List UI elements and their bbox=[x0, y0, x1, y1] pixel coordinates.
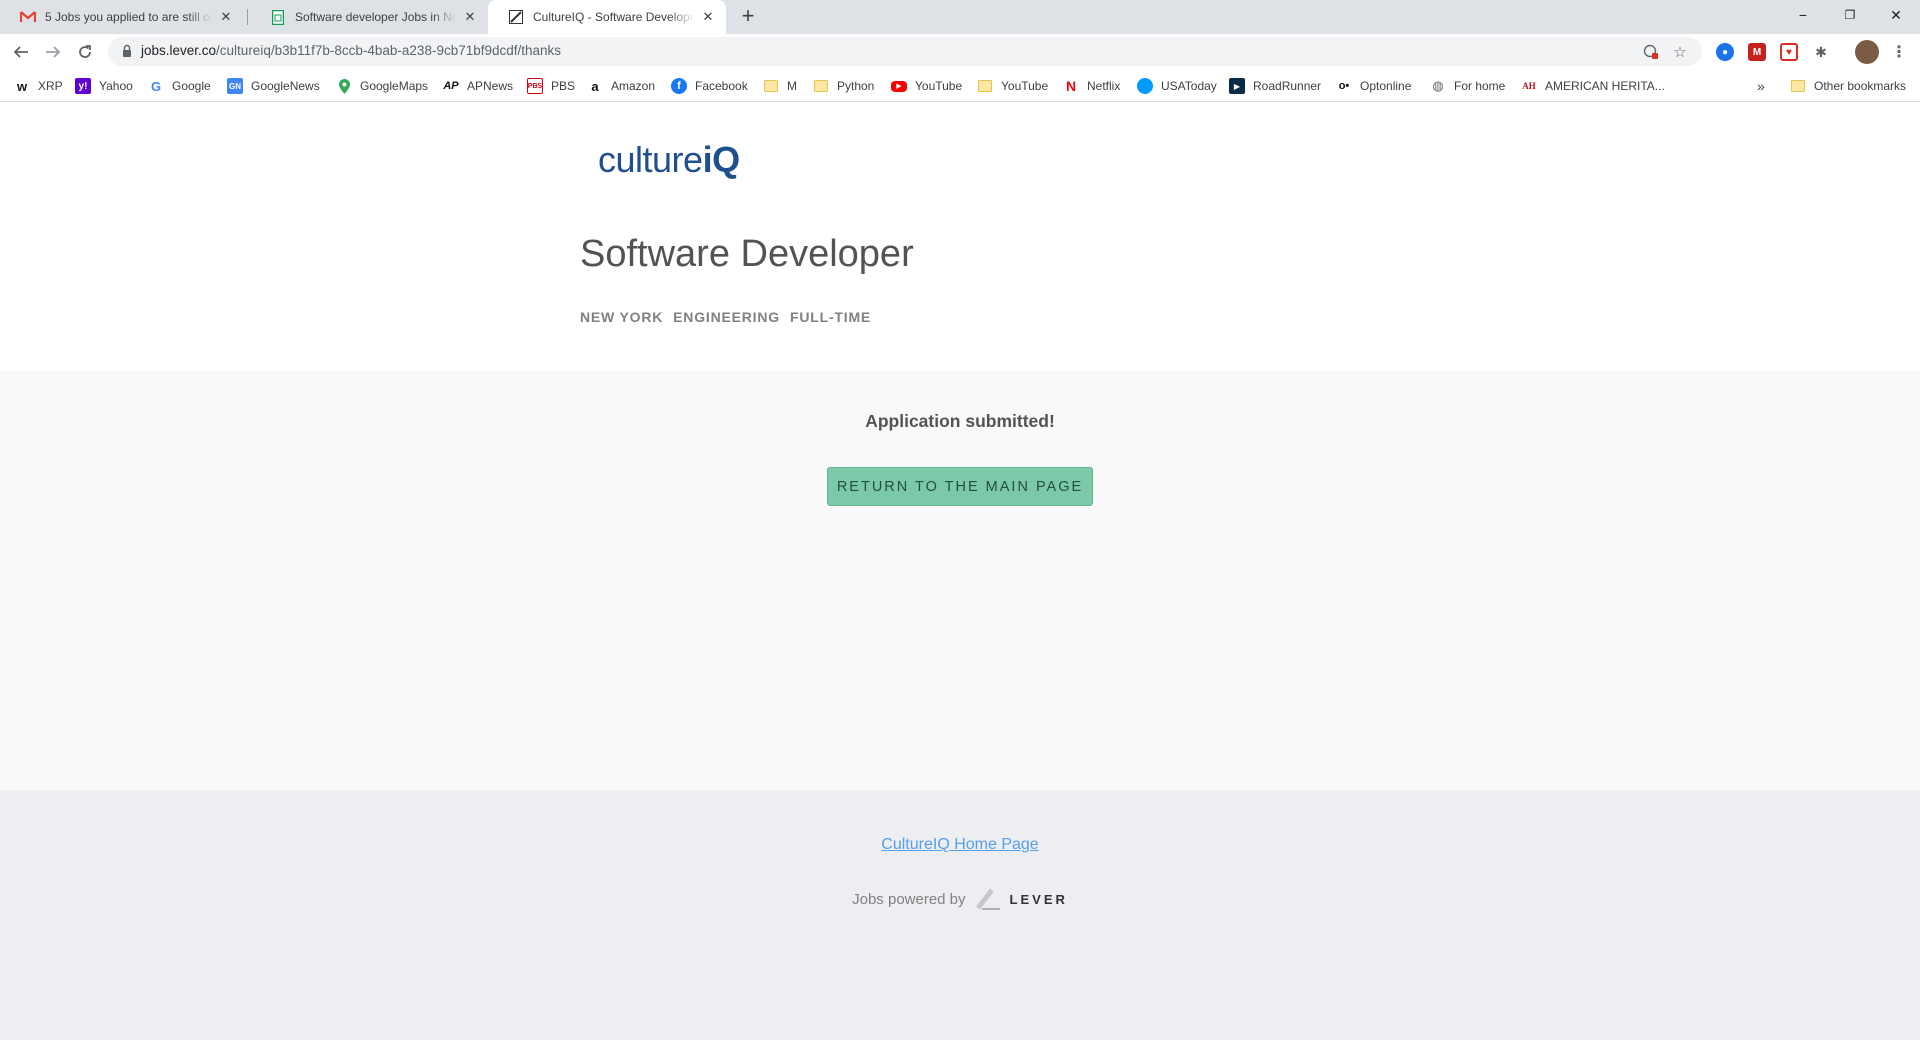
apnews-icon: AP bbox=[443, 80, 459, 92]
bookmark-youtube[interactable]: ▶ YouTube bbox=[891, 77, 962, 95]
page-footer: CultureIQ Home Page Jobs powered by LEVE… bbox=[0, 790, 1920, 1040]
bookmark-facebook[interactable]: f Facebook bbox=[671, 77, 748, 95]
mcafee-icon[interactable]: M bbox=[1748, 43, 1766, 61]
job-location: NEW YORK bbox=[580, 309, 664, 325]
bookmark-optonline[interactable]: o• Optonline bbox=[1336, 77, 1412, 95]
googlemaps-icon bbox=[336, 78, 352, 94]
google-icon: G bbox=[150, 78, 162, 94]
return-to-main-page-button[interactable]: RETURN TO THE MAIN PAGE bbox=[827, 467, 1093, 506]
bookmark-apnews[interactable]: AP APNews bbox=[443, 77, 513, 95]
amazon-icon: a bbox=[591, 78, 599, 94]
bookmarks-overflow-button[interactable]: » bbox=[1757, 77, 1765, 95]
new-tab-button[interactable]: + bbox=[735, 4, 761, 30]
job-department: ENGINEERING bbox=[673, 309, 780, 325]
other-bookmarks[interactable]: Other bookmarks bbox=[1790, 77, 1906, 95]
lever-icon bbox=[508, 9, 524, 25]
job-categories: NEW YORK ENGINEERING FULL-TIME bbox=[580, 309, 871, 325]
job-header: cultureiQ Software Developer NEW YORK EN… bbox=[0, 103, 1920, 371]
tab-title: 5 Jobs you applied to are still open bbox=[45, 10, 212, 24]
job-commitment: FULL-TIME bbox=[789, 309, 872, 325]
bookmark-google[interactable]: G Google bbox=[148, 77, 211, 95]
close-icon[interactable]: ✕ bbox=[700, 9, 716, 25]
close-icon[interactable]: ✕ bbox=[462, 9, 478, 25]
bookmark-googlenews[interactable]: GN GoogleNews bbox=[227, 77, 320, 95]
restore-button[interactable]: ❐ bbox=[1827, 0, 1873, 30]
arrow-left-icon bbox=[13, 46, 28, 58]
netflix-icon: N bbox=[1065, 78, 1077, 94]
roadrunner-icon: ▶ bbox=[1229, 78, 1245, 94]
tab-sheets[interactable]: Software developer Jobs in New York ✕ bbox=[250, 0, 488, 34]
address-bar[interactable]: jobs.lever.co/cultureiq/b3b11f7b-8ccb-4b… bbox=[108, 37, 1702, 66]
page-title: Software Developer bbox=[580, 233, 914, 275]
xrp-icon: w bbox=[16, 78, 28, 94]
cultureiq-home-link[interactable]: CultureIQ Home Page bbox=[881, 836, 1038, 853]
folder-icon bbox=[1790, 78, 1806, 94]
cultureiq-logo[interactable]: cultureiQ bbox=[598, 139, 740, 181]
kebab-menu-icon[interactable]: ⋮ bbox=[1890, 43, 1908, 61]
lever-wordmark: LEVER bbox=[1009, 891, 1068, 907]
star-icon[interactable]: ☆ bbox=[1671, 43, 1689, 61]
url-path: /cultureiq/b3b11f7b-8ccb-4bab-a238-9cb71… bbox=[216, 43, 562, 58]
bookmark-american-heritage[interactable]: AH AMERICAN HERITA... bbox=[1521, 77, 1665, 95]
sheets-icon bbox=[270, 9, 286, 25]
facebook-icon: f bbox=[671, 78, 687, 94]
folder-icon bbox=[763, 78, 779, 94]
status-message: Application submitted! bbox=[865, 411, 1055, 431]
bookmarks-bar: w XRP y! Yahoo G Google GN GoogleNews Google… bbox=[0, 70, 1920, 102]
usatoday-icon bbox=[1137, 78, 1153, 94]
youtube-icon: ▶ bbox=[891, 80, 907, 92]
back-button[interactable] bbox=[8, 39, 34, 65]
optonline-icon: o• bbox=[1338, 80, 1350, 92]
folder-icon bbox=[813, 78, 829, 94]
yahoo-icon: y! bbox=[75, 78, 91, 94]
pocket-icon[interactable]: ♥ bbox=[1780, 43, 1798, 61]
googlenews-icon: GN bbox=[227, 78, 243, 94]
arrow-right-icon bbox=[46, 46, 61, 58]
tab-title: CultureIQ - Software Developer bbox=[533, 10, 694, 24]
bookmark-netflix[interactable]: N Netflix bbox=[1063, 77, 1120, 95]
globe-icon: ◍ bbox=[1432, 78, 1444, 93]
close-icon[interactable]: ✕ bbox=[218, 9, 234, 25]
lever-logo-icon bbox=[975, 888, 1000, 910]
url-text[interactable]: jobs.lever.co/cultureiq/b3b11f7b-8ccb-4b… bbox=[141, 43, 561, 58]
forward-button[interactable] bbox=[40, 39, 66, 65]
bookmark-for-home[interactable]: ◍ For home bbox=[1430, 77, 1505, 95]
tab-title: Software developer Jobs in New York bbox=[295, 10, 456, 24]
americanheritage-icon: AH bbox=[1522, 81, 1536, 91]
gmail-icon bbox=[20, 9, 36, 25]
browser-toolbar: jobs.lever.co/cultureiq/b3b11f7b-8ccb-4b… bbox=[0, 34, 1920, 70]
minimize-button[interactable]: − bbox=[1780, 0, 1826, 30]
avatar[interactable] bbox=[1855, 40, 1879, 64]
tab-strip: 5 Jobs you applied to are still open ✕ S… bbox=[0, 0, 1920, 34]
tab-gmail[interactable]: 5 Jobs you applied to are still open ✕ bbox=[0, 0, 244, 34]
bookmark-amazon[interactable]: a Amazon bbox=[587, 77, 655, 95]
powered-by-text: Jobs powered by bbox=[852, 890, 966, 908]
reload-button[interactable] bbox=[72, 39, 98, 65]
bookmark-googlemaps[interactable]: GoogleMaps bbox=[336, 77, 428, 95]
powered-by[interactable]: Jobs powered by LEVER bbox=[0, 888, 1920, 910]
bookmark-roadrunner[interactable]: ▶ RoadRunner bbox=[1229, 77, 1321, 95]
url-host: jobs.lever.co bbox=[141, 43, 217, 58]
window-close-button[interactable]: ✕ bbox=[1873, 0, 1919, 30]
footer-link-container: CultureIQ Home Page bbox=[0, 836, 1920, 854]
bookmark-folder-m[interactable]: M bbox=[763, 77, 797, 95]
bookmark-pbs[interactable]: PBS PBS bbox=[527, 77, 575, 95]
bookmark-folder-youtube[interactable]: YouTube bbox=[977, 77, 1048, 95]
folder-icon bbox=[977, 78, 993, 94]
confirmation-section: Application submitted! RETURN TO THE MAI… bbox=[0, 371, 1920, 790]
bookmark-yahoo[interactable]: y! Yahoo bbox=[75, 77, 133, 95]
page-content: cultureiQ Software Developer NEW YORK EN… bbox=[0, 103, 1920, 1040]
pbs-icon: PBS bbox=[527, 78, 543, 94]
translate-blocked-icon[interactable] bbox=[1642, 43, 1660, 61]
bug-icon[interactable]: ✱ bbox=[1812, 43, 1830, 61]
extension-blue-icon[interactable]: ● bbox=[1716, 43, 1734, 61]
bookmark-xrp[interactable]: w XRP bbox=[14, 77, 63, 95]
tab-separator bbox=[247, 9, 248, 25]
bookmark-folder-python[interactable]: Python bbox=[813, 77, 874, 95]
reload-icon bbox=[79, 45, 91, 58]
bookmark-usatoday[interactable]: USAToday bbox=[1137, 77, 1217, 95]
lock-icon bbox=[123, 44, 131, 57]
tab-cultureiq[interactable]: CultureIQ - Software Developer ✕ bbox=[488, 0, 726, 34]
